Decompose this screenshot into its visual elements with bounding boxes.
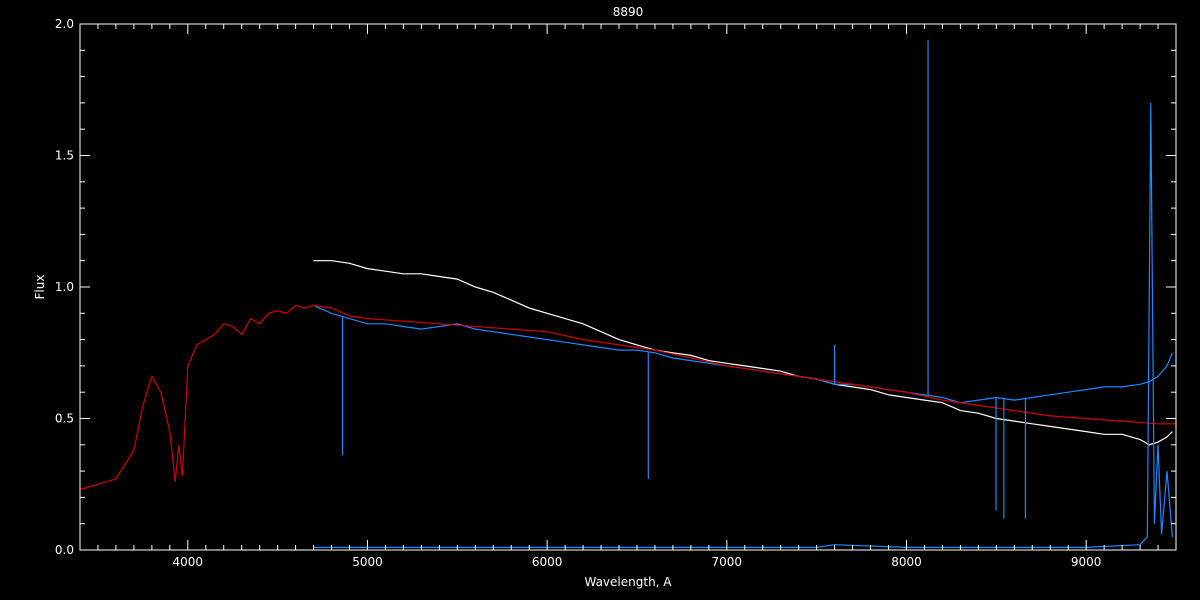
y-tick-label: 0.5 [55,412,74,426]
x-tick-label: 8000 [891,555,922,569]
plot-background [0,0,1200,600]
chart-title: 8890 [613,5,644,19]
x-tick-label: 4000 [173,555,204,569]
y-tick-label: 1.0 [55,280,74,294]
spectrum-chart: 4000 5000 6000 7000 8000 90000.00.51.01.52.0 … [0,0,1200,600]
y-axis-label: Flux [33,275,47,300]
y-tick-label: 2.0 [55,17,74,31]
x-tick-label: 7000 [712,555,743,569]
x-tick-label: 6000 [532,555,563,569]
y-tick-label: 0.0 [55,543,74,557]
y-tick-label: 1.5 [55,149,74,163]
x-axis-label: Wavelength, A [584,575,672,589]
x-tick-label: 9000 [1071,555,1102,569]
x-tick-label: 5000 [352,555,383,569]
